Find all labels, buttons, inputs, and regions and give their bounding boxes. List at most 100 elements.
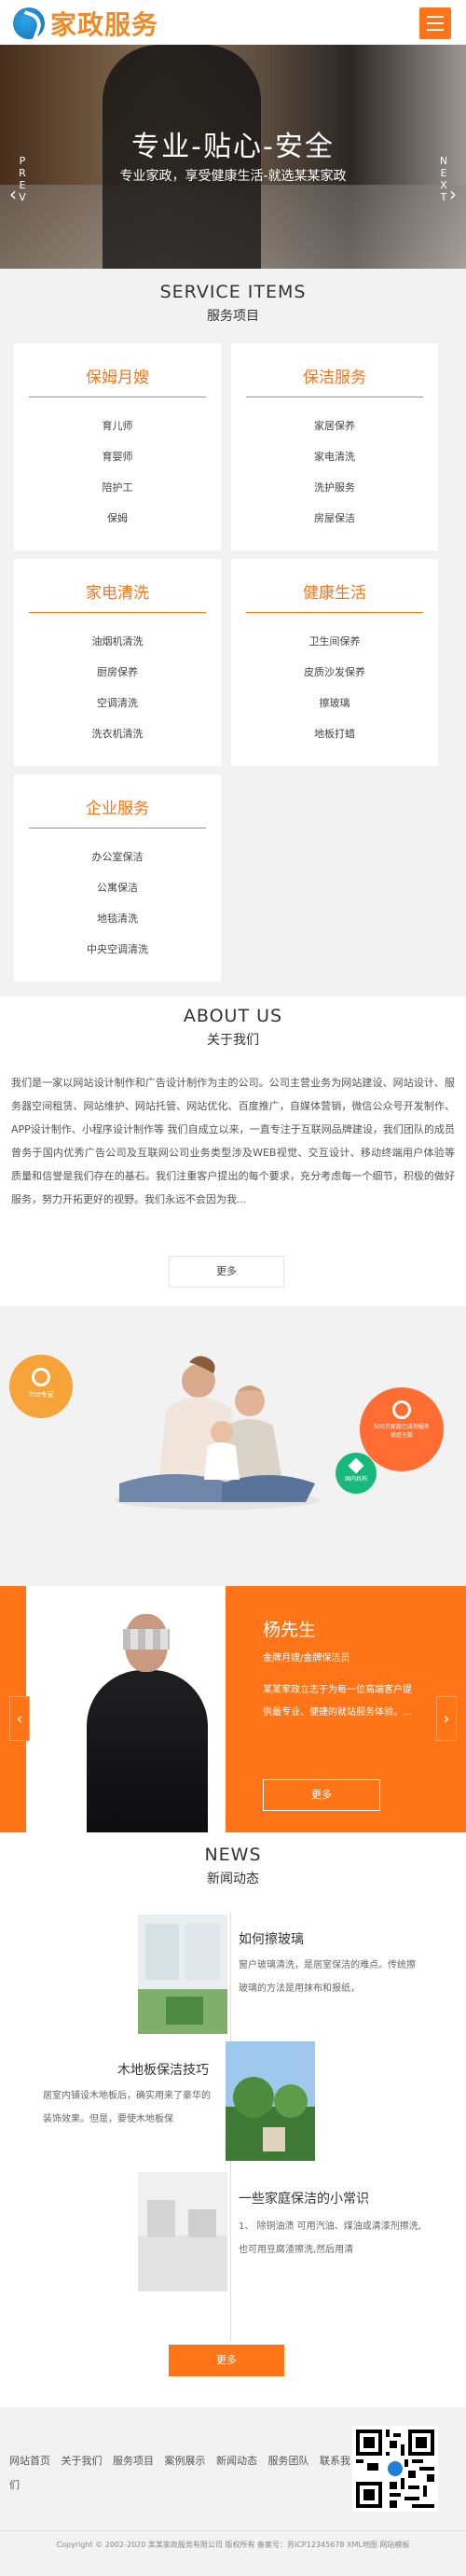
divider [246, 612, 423, 613]
service-item[interactable]: 办公室保洁 [14, 842, 221, 872]
team-member-name: 杨先生 [263, 1620, 317, 1640]
service-list: 办公室保洁 公寓保洁 地毯清洗 中央空调清洗 [14, 842, 221, 965]
footer: 网站首页 关于我们 服务项目 案例展示 新闻动态 服务团队 联系我们 Copyr… [0, 2407, 466, 2576]
service-list: 育儿师 育婴师 陪护工 保姆 [14, 411, 221, 534]
service-item[interactable]: 中央空调清洗 [14, 934, 221, 965]
footer-link[interactable]: 案例展示 [165, 2455, 206, 2467]
logo-icon [13, 7, 45, 39]
divider [29, 612, 206, 613]
service-item[interactable]: 空调清洗 [14, 688, 221, 718]
service-item[interactable]: 厨房保养 [14, 657, 221, 688]
about-title-cn: 关于我们 [207, 1033, 259, 1048]
about-more-button[interactable]: 更多 [169, 1256, 284, 1288]
banner: 专业-贴心-安全 专业家政，享受健康生活-就选某某家政 PREV NEXT ‹ … [0, 45, 466, 269]
service-item[interactable]: 保姆 [14, 503, 221, 534]
badge-agency-label: 国内机构 [344, 1476, 367, 1483]
footer-nav: 网站首页 关于我们 服务项目 案例展示 新闻动态 服务团队 联系我们 [9, 2449, 354, 2498]
news-image[interactable] [226, 2041, 315, 2161]
service-item[interactable]: 房屋保洁 [231, 503, 438, 534]
service-card-title: 健康生活 [303, 584, 366, 603]
service-item[interactable]: 公寓保洁 [14, 872, 221, 903]
service-list: 家居保养 家电清洗 洗护服务 房屋保洁 [231, 411, 438, 534]
service-item[interactable]: 育儿师 [14, 411, 221, 441]
qr-code-icon [352, 2426, 438, 2512]
services-title: SERVICE ITEMS 服务项目 [0, 282, 466, 325]
chevron-left-icon: ‹ [16, 1709, 23, 1729]
service-card[interactable]: 健康生活 卫生间保养 皮质沙发保养 擦玻璃 地板打蜡 [231, 559, 438, 766]
copyright: Copyright © 2002-2020 某某家政服务有限公司 版权所有 备案… [56, 2541, 410, 2549]
news-item-title[interactable]: 如何擦玻璃 [239, 1929, 304, 1948]
news-image[interactable] [138, 2172, 227, 2291]
service-item[interactable]: 擦玻璃 [231, 688, 438, 718]
logo-text: 家政服务 [50, 9, 159, 40]
news-title: NEWS 新闻动态 [0, 1845, 466, 1887]
team-next-button[interactable]: › [436, 1696, 457, 1741]
badge-families: 500万家庭已成功服务家庭无数 [360, 1387, 444, 1471]
service-item[interactable]: 家电清洗 [231, 441, 438, 472]
service-list: 卫生间保养 皮质沙发保养 擦玻璃 地板打蜡 [231, 626, 438, 749]
news-item-title[interactable]: 一些家庭保洁的小常识 [239, 2189, 369, 2207]
service-item[interactable]: 育婴师 [14, 441, 221, 472]
about-text: 我们是一家以网站设计制作和广告设计制作为主的公司。公司主营业务为网站建设、网站设… [11, 1077, 455, 1205]
family-image [115, 1356, 320, 1510]
diamond-icon [348, 1457, 364, 1474]
next-letters: NEXT [437, 155, 450, 203]
badge-agency: 国内机构 [336, 1453, 377, 1494]
services-title-cn: 服务项目 [207, 309, 259, 324]
footer-link[interactable]: 服务项目 [113, 2455, 154, 2467]
service-card-title: 企业服务 [86, 800, 149, 818]
service-card-title: 保姆月嫂 [86, 369, 149, 387]
menu-icon-bar [427, 29, 444, 31]
news-image[interactable] [138, 1915, 227, 2034]
team-photo [26, 1586, 226, 1832]
service-item[interactable]: 皮质沙发保养 [231, 657, 438, 688]
badge-experts-label: 700专家 [28, 1391, 54, 1399]
news-title-en: NEWS [204, 1845, 262, 1865]
header: 家政服务 [0, 0, 466, 45]
chevron-right-icon: › [443, 1709, 450, 1729]
footer-link[interactable]: 关于我们 [62, 2455, 103, 2467]
about-title: ABOUT US 关于我们 [0, 1006, 466, 1049]
service-list: 油烟机清洗 厨房保养 空调清洗 洗衣机清洗 [14, 626, 221, 749]
service-item[interactable]: 洗护服务 [231, 472, 438, 503]
service-item[interactable]: 洗衣机清洗 [14, 718, 221, 749]
service-card[interactable]: 企业服务 办公室保洁 公寓保洁 地毯清洗 中央空调清洗 [14, 774, 221, 982]
menu-button[interactable] [419, 7, 451, 39]
footer-link[interactable]: 新闻动态 [216, 2455, 257, 2467]
service-card[interactable]: 保姆月嫂 育儿师 育婴师 陪护工 保姆 [14, 343, 221, 550]
home-icon [392, 1400, 411, 1419]
team-prev-button[interactable]: ‹ [9, 1696, 30, 1741]
footer-link[interactable]: 网站首页 [9, 2455, 50, 2467]
news-item-title[interactable]: 木地板保洁技巧 [117, 2060, 209, 2079]
team-more-button[interactable]: 更多 [263, 1779, 380, 1811]
footer-divider [0, 2530, 466, 2531]
chevron-right-icon[interactable]: › [449, 183, 457, 205]
team-member-role: 金牌月嫂/金牌保洁员 [263, 1653, 350, 1664]
team-photo-suit [87, 1670, 208, 1832]
service-card[interactable]: 保洁服务 家居保养 家电清洗 洗护服务 房屋保洁 [231, 343, 438, 550]
footer-link[interactable]: 服务团队 [268, 2455, 309, 2467]
service-card-title: 家电清洗 [86, 584, 149, 603]
team-section: 杨先生 金牌月嫂/金牌保洁员 某某家政立志于为每一位高端客户提供最专业、便捷的就… [0, 1586, 466, 1832]
service-item[interactable]: 家居保养 [231, 411, 438, 441]
page: 家政服务 专业-贴心-安全 专业家政，享受健康生活-就选某某家政 PREV NE… [0, 0, 466, 2576]
chevron-left-icon[interactable]: ‹ [9, 183, 17, 205]
services-title-en: SERVICE ITEMS [159, 282, 307, 302]
news-more-button[interactable]: 更多 [169, 2345, 284, 2376]
service-item[interactable]: 卫生间保养 [231, 626, 438, 657]
banner-title: 专业-贴心-安全 [131, 131, 335, 163]
team-member-desc: 某某家政立志于为每一位高端客户提供最专业、便捷的就站服务体验。... [263, 1685, 412, 1718]
news-item-text: 窗户玻璃清洗，是居室保洁的难点。传统擦玻璃的方法是用抹布和报纸， [239, 1960, 416, 1994]
badge-families-label: 500万家庭已成功服务家庭无数 [374, 1424, 430, 1439]
service-item[interactable]: 油烟机清洗 [14, 626, 221, 657]
service-item[interactable]: 地毯清洗 [14, 903, 221, 934]
service-card-title: 保洁服务 [303, 369, 366, 387]
news-title-cn: 新闻动态 [207, 1872, 259, 1887]
service-item[interactable]: 地板打蜡 [231, 718, 438, 749]
user-icon [32, 1368, 50, 1386]
menu-icon [427, 16, 444, 18]
service-item[interactable]: 陪护工 [14, 472, 221, 503]
prev-letters: PREV [16, 155, 29, 203]
service-card[interactable]: 家电清洗 油烟机清洗 厨房保养 空调清洗 洗衣机清洗 [14, 559, 221, 766]
logo[interactable]: 家政服务 [13, 7, 159, 40]
